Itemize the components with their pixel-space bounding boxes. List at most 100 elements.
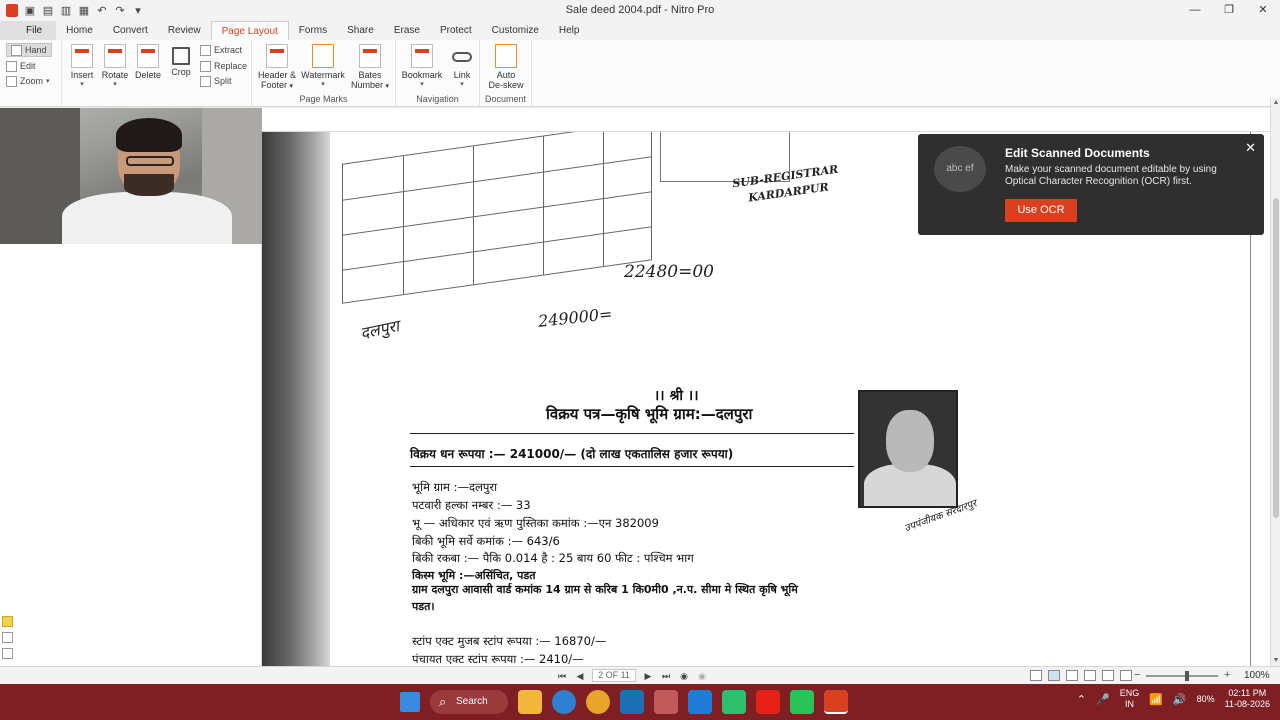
scroll-up-icon[interactable]: ▲ <box>1271 98 1280 108</box>
tab-review[interactable]: Review <box>158 21 211 40</box>
header-footer-button[interactable]: Header & Footer ▾ <box>256 44 298 92</box>
pages-icon[interactable] <box>2 648 13 659</box>
clock[interactable]: 02:11 PM 11-08-2026 <box>1225 688 1270 710</box>
link-button[interactable]: Link ▾ <box>448 44 476 90</box>
tab-forms[interactable]: Forms <box>289 21 337 40</box>
last-page-icon[interactable]: ⏭ <box>660 670 672 682</box>
chevron-up-icon[interactable]: ⌃ <box>1077 693 1086 706</box>
webcam-person-glasses <box>126 156 174 166</box>
insert-button[interactable]: Insert ▾ <box>68 44 96 90</box>
tab-page-layout[interactable]: Page Layout <box>210 21 289 40</box>
ocr-description: Make your scanned document editable by u… <box>1005 164 1217 187</box>
tab-file[interactable]: File <box>0 21 57 40</box>
next-view-icon[interactable]: ◉ <box>696 670 708 682</box>
replace-button[interactable]: Replace <box>200 59 247 73</box>
watermark-button[interactable]: Watermark ▾ <box>300 44 346 90</box>
tab-convert[interactable]: Convert <box>103 21 158 40</box>
extract-button[interactable]: Extract <box>200 43 242 57</box>
rotate-button[interactable]: Rotate ▾ <box>100 44 130 90</box>
chevron-down-icon: ▾ <box>460 81 464 88</box>
battery-percentage[interactable]: 80% <box>1197 694 1215 704</box>
comments-icon[interactable] <box>2 616 13 627</box>
fit-width-icon[interactable] <box>1120 670 1132 681</box>
auto-deskew-button[interactable]: Auto De-skew <box>486 44 526 90</box>
store-icon[interactable] <box>654 690 678 714</box>
email-icon[interactable]: ▦ <box>78 5 90 17</box>
extract-icon <box>200 44 211 56</box>
watermark-icon <box>312 44 334 68</box>
language-indicator[interactable]: ENG IN <box>1120 688 1140 710</box>
scroll-thumb[interactable] <box>1273 198 1279 518</box>
sale-amount-line: विक्रय धन रूपया :— 241000/— (दो लाख एकता… <box>410 447 734 461</box>
bookmark-button[interactable]: Bookmark ▾ <box>400 44 444 90</box>
doc-line: बिकी रकबा :— पैकि 0.014 है : 25 बाय 60 फ… <box>412 551 694 565</box>
facing-continuous-view-icon[interactable] <box>1084 670 1096 681</box>
zoom-slider[interactable] <box>1146 671 1218 681</box>
youtube-icon[interactable] <box>756 690 780 714</box>
facing-view-icon[interactable] <box>1066 670 1078 681</box>
use-ocr-button[interactable]: Use OCR <box>1005 199 1077 222</box>
link-icon <box>452 52 472 62</box>
edge-browser-icon[interactable] <box>552 690 576 714</box>
close-window-button[interactable]: ✕ <box>1246 0 1280 21</box>
single-page-view-icon[interactable] <box>1030 670 1042 681</box>
previous-page-icon[interactable]: ◀ <box>574 670 586 682</box>
tab-erase[interactable]: Erase <box>384 21 430 40</box>
doc-line: किस्म भूमि :—असिंचित, पडत <box>412 569 536 582</box>
watermark-label: Watermark <box>301 70 345 80</box>
attachments-icon[interactable] <box>2 632 13 643</box>
edit-tool[interactable]: Edit <box>6 59 36 73</box>
volume-icon[interactable]: 🔊 <box>1173 693 1187 706</box>
windows-start-icon[interactable] <box>400 692 420 712</box>
zoom-in-icon[interactable]: + <box>1224 669 1230 681</box>
bates-number-button[interactable]: Bates Number ▾ <box>350 44 390 92</box>
whatsapp-icon[interactable] <box>790 690 814 714</box>
chrome-browser-icon[interactable] <box>586 690 610 714</box>
next-page-icon[interactable]: ▶ <box>642 670 654 682</box>
scroll-down-icon[interactable]: ▼ <box>1271 656 1280 666</box>
print-icon[interactable]: ▥ <box>60 5 72 17</box>
continuous-view-icon[interactable] <box>1048 670 1060 681</box>
open-icon[interactable]: ▣ <box>24 5 36 17</box>
crop-button[interactable]: Crop <box>168 44 194 77</box>
vertical-scrollbar[interactable]: ▲ ▼ <box>1270 98 1280 666</box>
fit-page-icon[interactable] <box>1102 670 1114 681</box>
qat-more-icon[interactable]: ▾ <box>132 5 144 17</box>
ocr-notification: abc ef Edit Scanned Documents Make your … <box>918 134 1264 235</box>
tab-share[interactable]: Share <box>337 21 384 40</box>
split-button[interactable]: Split <box>200 74 232 88</box>
delete-button[interactable]: Delete <box>134 44 162 80</box>
tab-customize[interactable]: Customize <box>482 21 549 40</box>
previous-view-icon[interactable]: ◉ <box>678 670 690 682</box>
divider <box>410 466 854 467</box>
minimize-button[interactable]: — <box>1178 0 1212 21</box>
wifi-icon[interactable]: 📶 <box>1149 693 1163 706</box>
tab-help[interactable]: Help <box>549 21 590 40</box>
save-icon[interactable]: ▤ <box>42 5 54 17</box>
status-bar: ⏮ ◀ 2 OF 11 ▶ ⏭ ◉ ◉ − + 100% <box>0 666 1280 684</box>
tab-protect[interactable]: Protect <box>430 21 482 40</box>
copilot-icon[interactable] <box>620 690 644 714</box>
nitro-pro-taskbar-icon[interactable] <box>824 690 848 714</box>
file-explorer-icon[interactable] <box>518 690 542 714</box>
header-footer-icon <box>266 44 288 68</box>
zoom-tool[interactable]: Zoom ▾ <box>6 74 50 88</box>
navigation-group: Bookmark ▾ Link ▾ Navigation <box>396 40 480 107</box>
microphone-icon[interactable]: 🎤 <box>1096 693 1110 706</box>
restore-button[interactable]: ❐ <box>1212 0 1246 21</box>
zoom-level[interactable]: 100% <box>1244 670 1270 681</box>
first-page-icon[interactable]: ⏮ <box>556 670 568 682</box>
redo-icon[interactable]: ↷ <box>114 5 126 17</box>
zoom-out-icon[interactable]: − <box>1134 669 1140 681</box>
zoom-slider-knob[interactable] <box>1185 671 1190 681</box>
undo-icon[interactable]: ↶ <box>96 5 108 17</box>
hand-tool[interactable]: Hand <box>6 43 52 57</box>
page-number-field[interactable]: 2 OF 11 <box>592 669 636 682</box>
chevron-down-icon: ▾ <box>289 83 294 90</box>
app-icon[interactable] <box>722 690 746 714</box>
outlook-icon[interactable] <box>688 690 712 714</box>
close-icon[interactable]: ✕ <box>1245 140 1256 156</box>
taskbar-search[interactable]: Search <box>430 690 508 714</box>
tab-home[interactable]: Home <box>56 21 103 40</box>
windows-taskbar: Search ⌃ 🎤 ENG IN 📶 🔊 80% 02:11 PM 11-08… <box>0 684 1280 720</box>
